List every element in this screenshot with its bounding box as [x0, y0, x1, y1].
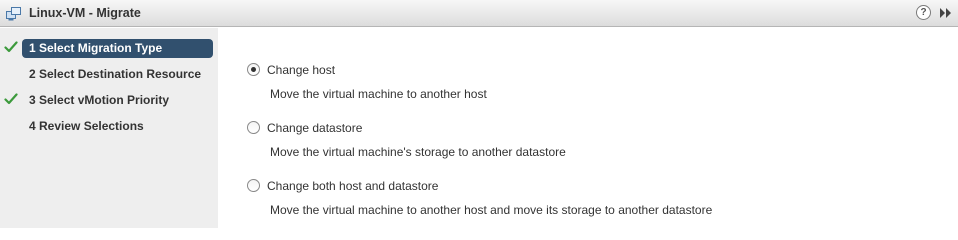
option-description: Move the virtual machine's storage to an… — [270, 145, 566, 159]
step-select-destination-resource[interactable]: 2 Select Destination Resource — [0, 64, 218, 84]
vm-migrate-icon — [6, 7, 21, 21]
steps-panel: 1 Select Migration Type 2 Select Destina… — [0, 28, 218, 228]
step-review-selections[interactable]: 4 Review Selections — [0, 116, 218, 136]
option-description: Move the virtual machine to another host… — [270, 203, 713, 217]
step-label: 3 Select vMotion Priority — [29, 93, 170, 107]
radio-change-host[interactable] — [247, 63, 260, 76]
option-label-change-datastore[interactable]: Change datastore — [267, 121, 362, 135]
option-label-change-host[interactable]: Change host — [267, 63, 335, 77]
double-chevron-right-icon[interactable] — [939, 7, 953, 19]
radio-selected-dot — [251, 67, 256, 72]
step-label: 4 Review Selections — [29, 119, 144, 133]
check-icon — [4, 93, 18, 105]
help-icon[interactable]: ? — [916, 5, 931, 20]
radio-change-datastore[interactable] — [247, 121, 260, 134]
radio-change-both[interactable] — [247, 179, 260, 192]
step-select-migration-type[interactable]: 1 Select Migration Type — [0, 38, 218, 58]
migrate-dialog: Linux-VM - Migrate ? 1 Select Migration … — [0, 0, 958, 228]
dialog-title: Linux-VM - Migrate — [29, 6, 141, 20]
step-label: 2 Select Destination Resource — [29, 67, 202, 81]
migration-type-options: Change host Move the virtual machine to … — [219, 28, 958, 228]
option-label-change-both[interactable]: Change both host and datastore — [267, 179, 438, 193]
option-description: Move the virtual machine to another host — [270, 87, 487, 101]
step-label: 1 Select Migration Type — [29, 41, 163, 55]
check-icon — [4, 41, 18, 53]
step-select-vmotion-priority[interactable]: 3 Select vMotion Priority — [0, 90, 218, 110]
title-bar: Linux-VM - Migrate ? — [0, 0, 958, 27]
